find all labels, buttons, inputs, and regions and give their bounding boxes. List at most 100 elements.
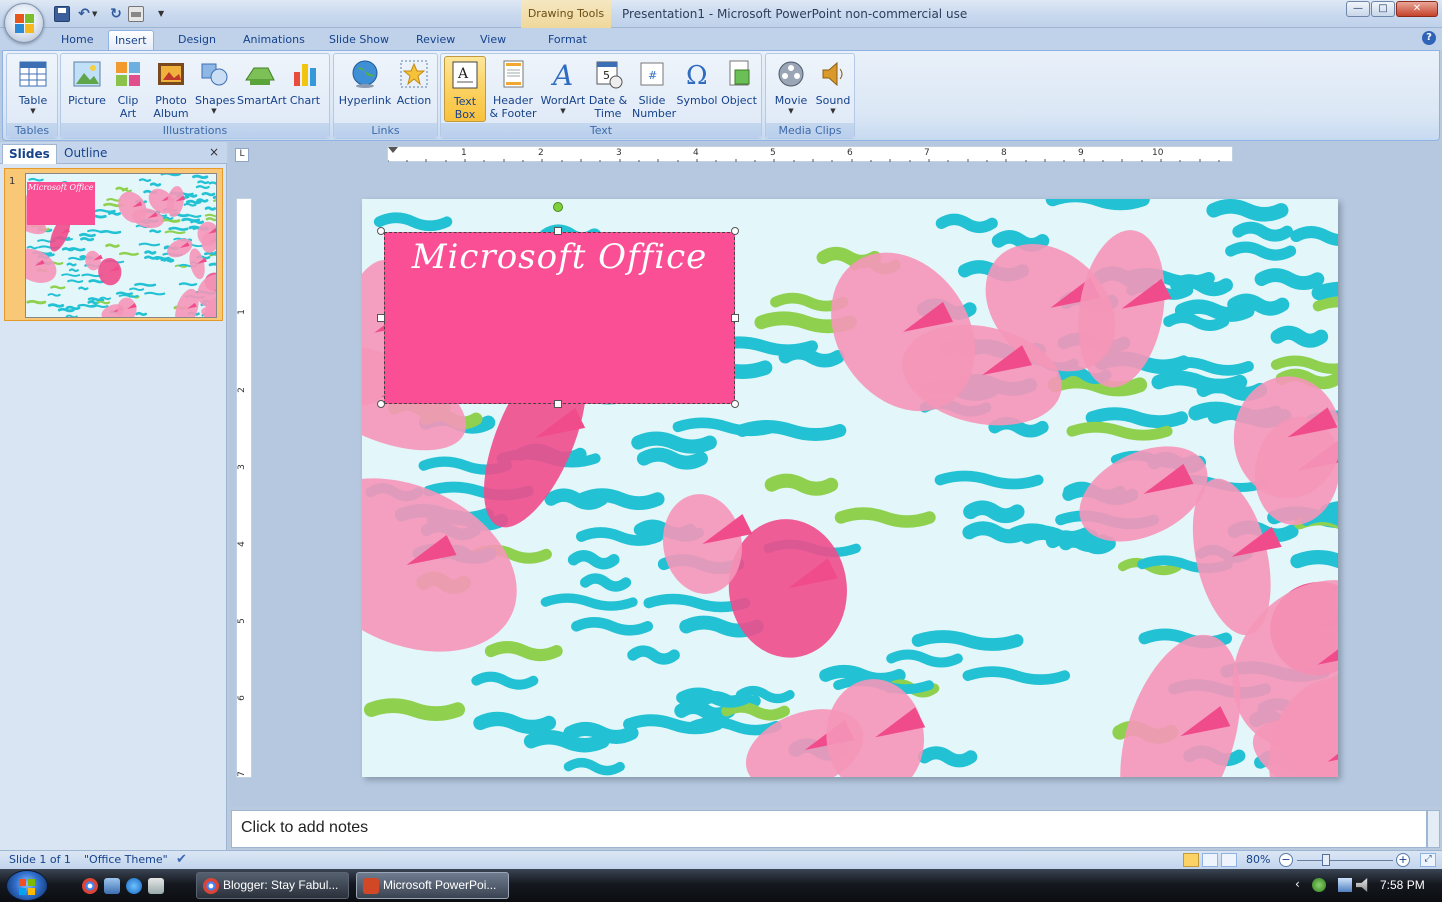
sound-button[interactable]: Sound ▼ [814,56,852,122]
title-text[interactable]: Microsoft Office [385,237,734,277]
close-button[interactable]: ✕ [1396,1,1438,17]
office-button[interactable] [4,3,44,43]
tab-slide-show[interactable]: Slide Show [323,30,395,50]
tab-insert[interactable]: Insert [108,30,154,50]
header-footer-button[interactable]: Header & Footer [488,56,538,122]
title-text-box[interactable]: Microsoft Office [384,232,735,404]
slide-thumbnail-number: 1 [9,176,16,187]
resize-handle[interactable] [731,227,739,235]
zoom-slider-track[interactable] [1297,860,1393,861]
resize-handle[interactable] [554,227,562,235]
chrome-icon [203,878,219,894]
status-bar: Slide 1 of 1 "Office Theme" ✔ 80% − + ⤢ [0,850,1442,869]
resize-handle[interactable] [377,227,385,235]
slide-sorter-view-icon[interactable] [1202,853,1218,867]
zoom-out-icon[interactable]: − [1279,853,1293,867]
pattern-wave [80,236,95,242]
tab-review[interactable]: Review [410,30,461,50]
zoom-level[interactable]: 80% [1246,853,1270,866]
shapes-button[interactable]: Shapes ▼ [195,56,235,122]
spell-check-icon[interactable]: ✔ [176,852,192,868]
taskbar-clock[interactable]: 7:58 PM [1380,878,1425,892]
pattern-wave [1290,550,1338,569]
notes-placeholder[interactable]: Click to add notes [241,819,368,837]
slide-number-button[interactable]: # Slide Number [630,56,676,122]
start-button[interactable] [6,870,48,901]
movie-label: Movie [774,94,808,107]
tab-slides[interactable]: Slides [2,144,57,164]
ruler-number: 1 [236,309,247,315]
tab-home[interactable]: Home [55,30,99,50]
action-button[interactable]: Action [394,56,434,122]
resize-handle[interactable] [731,314,739,322]
show-hidden-icons-icon[interactable]: ‹ [1295,877,1300,891]
slide-thumbnail[interactable]: Microsoft Office [25,173,217,318]
fit-to-window-icon[interactable]: ⤢ [1420,853,1436,867]
minimize-button[interactable]: — [1346,1,1370,17]
chrome-quicklaunch-icon[interactable] [82,878,98,894]
office-logo-icon [15,14,35,34]
tab-design[interactable]: Design [172,30,222,50]
close-icon[interactable]: × [209,145,219,159]
resize-handle[interactable] [731,400,739,408]
tray-app-icon[interactable] [1312,878,1326,892]
clip-art-icon [112,58,144,90]
slide-show-view-icon[interactable] [1221,853,1237,867]
quick-print-icon[interactable] [128,6,144,22]
symbol-button[interactable]: Ω Symbol [676,56,718,122]
notes-scrollbar[interactable] [1427,810,1440,848]
movie-button[interactable]: Movie ▼ [770,56,812,122]
tab-view[interactable]: View [474,30,512,50]
volume-icon[interactable] [1356,878,1368,892]
show-desktop-icon[interactable] [104,878,120,894]
tab-outline[interactable]: Outline [58,144,113,164]
slide-canvas[interactable]: Microsoft Office [362,199,1338,777]
pattern-wave [57,307,75,313]
taskbar-item-powerpoint[interactable]: Microsoft PowerPoi... [356,872,509,899]
vertical-ruler[interactable]: 1 2 3 4 5 6 7 [236,198,252,778]
internet-explorer-icon[interactable] [126,878,142,894]
resize-handle[interactable] [377,400,385,408]
tab-animations[interactable]: Animations [237,30,311,50]
smartart-button[interactable]: SmartArt [237,56,287,122]
window-switcher-icon[interactable] [148,878,164,894]
chart-button[interactable]: Chart [285,56,325,122]
restore-button[interactable]: □ [1371,1,1395,17]
resize-handle[interactable] [554,400,562,408]
clip-art-label: Clip Art [117,94,139,120]
picture-button[interactable]: Picture [65,56,109,122]
notes-pane[interactable]: Click to add notes [231,810,1427,848]
customize-toolbar-icon[interactable]: ▼ [158,6,170,22]
tab-selector-icon[interactable]: L [235,148,249,162]
horizontal-ruler[interactable]: 1 2 3 4 5 6 7 8 9 10 [387,146,1233,162]
taskbar-item-chrome[interactable]: Blogger: Stay Fabul... [196,872,349,899]
pattern-wave [991,230,1050,252]
slide-thumbnail-item[interactable]: 1 Microsoft Office [4,168,223,321]
redo-icon[interactable]: ↻ [108,6,124,22]
resize-handle[interactable] [377,314,385,322]
pattern-wave [1206,199,1289,222]
normal-view-icon[interactable] [1183,853,1199,867]
title-bar: ↶ ▼ ↻ ▼ Drawing Tools Presentation1 - Mi… [0,0,1442,28]
save-icon[interactable] [54,6,70,22]
text-box-button[interactable]: A Text Box [444,56,486,122]
hyperlink-button[interactable]: Hyperlink [338,56,392,122]
clip-art-button[interactable]: Clip Art [111,56,145,122]
date-time-button[interactable]: 5 Date & Time [588,56,628,122]
object-icon [723,58,755,90]
pattern-wave [87,297,103,302]
tab-format[interactable]: Format [542,30,593,50]
network-icon[interactable] [1338,878,1352,892]
pattern-wave [1270,325,1329,348]
zoom-in-icon[interactable]: + [1396,853,1410,867]
object-button[interactable]: Object [718,56,760,122]
undo-icon[interactable]: ↶ [76,6,92,22]
wordart-button[interactable]: A WordArt ▼ [540,56,586,122]
table-button[interactable]: Table ▼ [11,56,55,122]
help-icon[interactable]: ? [1422,31,1436,45]
undo-dropdown-icon[interactable]: ▼ [92,6,100,22]
rotate-handle[interactable] [553,202,563,212]
photo-album-button[interactable]: Photo Album [147,56,195,122]
zoom-slider-thumb[interactable] [1322,854,1330,866]
chart-icon [289,58,321,90]
